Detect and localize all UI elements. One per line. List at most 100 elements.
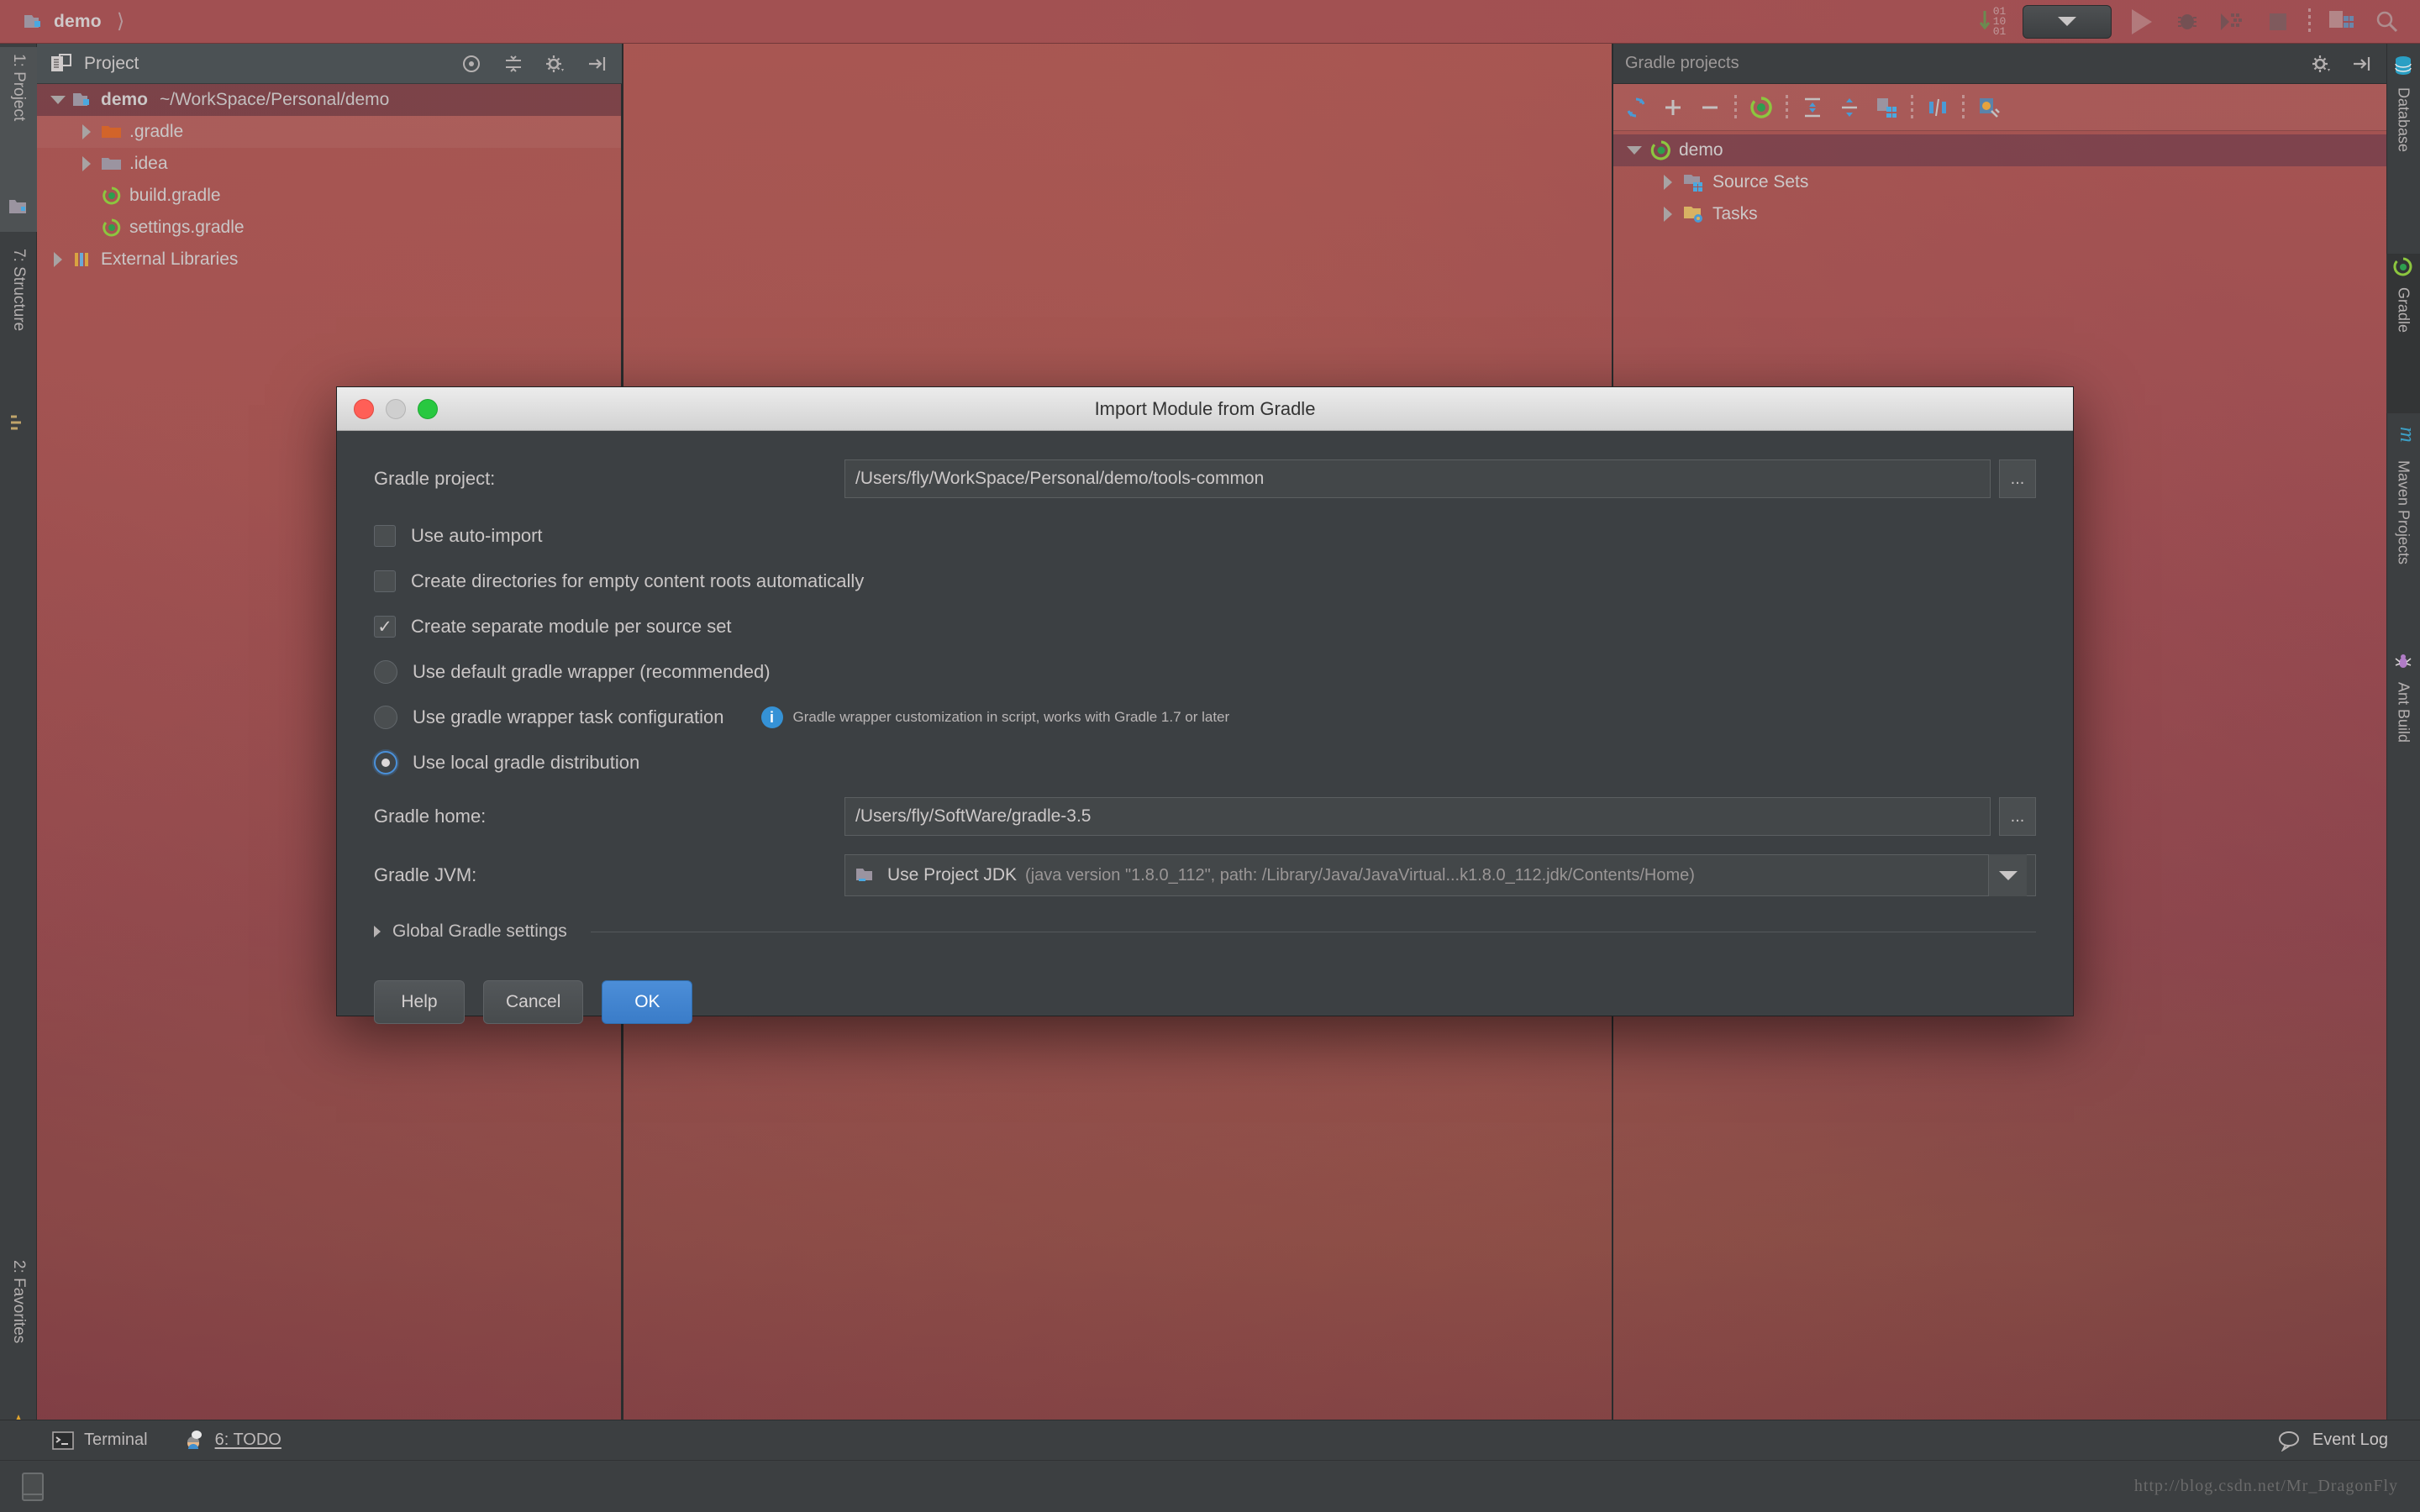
stop-icon[interactable] <box>2263 8 2293 36</box>
gear-icon[interactable] <box>2309 53 2334 75</box>
execute-task-icon[interactable] <box>1749 96 1774 118</box>
event-log-button[interactable]: Event Log <box>2277 1430 2420 1452</box>
ok-button[interactable]: OK <box>602 980 693 1024</box>
bottom-item-todo[interactable]: 6: TODO <box>182 1430 281 1452</box>
orange-folder-icon <box>99 121 124 143</box>
tree-row-idea-dir[interactable]: .idea <box>37 148 621 180</box>
hide-icon[interactable] <box>585 53 610 75</box>
local-distribution-radio[interactable] <box>374 751 397 774</box>
gradle-tree-row-source-sets[interactable]: Source Sets <box>1613 166 2386 198</box>
target-icon[interactable] <box>459 53 484 75</box>
detach-icon[interactable] <box>1697 97 1723 118</box>
sidebar-item-gradle[interactable]: Gradle <box>2386 254 2420 413</box>
tree-row-gradle-dir[interactable]: .gradle <box>37 116 621 148</box>
libraries-icon <box>71 249 96 270</box>
gradle-project-row: Gradle project: /Users/fly/WorkSpace/Per… <box>374 459 2036 498</box>
dialog-title: Import Module from Gradle <box>1094 397 1316 419</box>
default-wrapper-radio[interactable] <box>374 660 397 684</box>
tree-row-build-gradle[interactable]: build.gradle <box>37 180 621 212</box>
gradle-icon <box>2393 257 2413 277</box>
expand-arrow[interactable] <box>74 124 99 139</box>
chevron-right-icon <box>374 926 381 937</box>
toolbar-divider <box>2308 8 2311 35</box>
option-create-directories[interactable]: Create directories for empty content roo… <box>374 559 2036 604</box>
tree-row-external-libraries[interactable]: External Libraries <box>37 244 621 276</box>
wrapper-task-config-radio[interactable] <box>374 706 397 729</box>
top-toolbar-actions: 01 10 01 <box>1977 4 2420 39</box>
sidebar-item-project[interactable]: 1: Project <box>0 47 37 232</box>
global-gradle-settings-collapser[interactable]: Global Gradle settings <box>374 921 2036 942</box>
dialog-footer: Help Cancel OK <box>374 980 2036 1024</box>
gradle-tree-row-tasks[interactable]: Tasks <box>1613 198 2386 230</box>
database-icon <box>2393 55 2413 77</box>
option-local-distribution[interactable]: Use local gradle distribution <box>374 740 2036 785</box>
search-everywhere-icon[interactable] <box>2371 8 2402 36</box>
sidebar-item-ant[interactable]: Ant Build <box>2386 648 2420 808</box>
option-wrapper-task-config[interactable]: Use gradle wrapper task configuration i … <box>374 695 2036 740</box>
gradle-settings-icon[interactable] <box>1976 97 2002 118</box>
option-default-wrapper[interactable]: Use default gradle wrapper (recommended) <box>374 649 2036 695</box>
create-separate-module-checkbox[interactable] <box>374 616 396 638</box>
create-directories-label: Create directories for empty content roo… <box>411 570 865 591</box>
run-configuration-select[interactable] <box>2023 4 2112 39</box>
option-use-auto-import[interactable]: Use auto-import <box>374 513 2036 559</box>
option-separate-module[interactable]: Create separate module per source set <box>374 604 2036 649</box>
toggle-toolwindows-icon[interactable] <box>22 1472 44 1501</box>
source-sets-icon[interactable] <box>1874 97 1899 118</box>
todo-icon <box>182 1430 207 1452</box>
tree-label: demo <box>101 90 149 109</box>
sidebar-item-ant-label: Ant Build <box>2395 682 2412 743</box>
cancel-button[interactable]: Cancel <box>483 980 584 1024</box>
sidebar-item-maven[interactable]: m Maven Projects <box>2386 422 2420 640</box>
gradle-jvm-select[interactable]: Use Project JDK (java version "1.8.0_112… <box>844 854 2036 896</box>
gradle-project-input[interactable]: /Users/fly/WorkSpace/Personal/demo/tools… <box>844 459 1991 498</box>
expand-arrow[interactable] <box>1620 146 1649 155</box>
tree-row-settings-gradle[interactable]: settings.gradle <box>37 212 621 244</box>
expand-arrow[interactable] <box>45 96 71 104</box>
collapse-all-icon[interactable] <box>501 53 526 75</box>
sidebar-item-favorites[interactable]: 2: Favorites <box>0 1253 37 1438</box>
run-icon[interactable] <box>2127 8 2157 36</box>
bottom-item-terminal[interactable]: Terminal <box>50 1430 148 1452</box>
create-directories-checkbox[interactable] <box>374 570 396 592</box>
debug-icon[interactable] <box>2172 8 2202 36</box>
help-button[interactable]: Help <box>374 980 465 1024</box>
tree-row-demo[interactable]: demo ~/WorkSpace/Personal/demo <box>37 84 621 116</box>
use-auto-import-checkbox[interactable] <box>374 525 396 547</box>
chevron-down-icon[interactable] <box>1988 854 2027 896</box>
sidebar-item-database[interactable]: Database <box>2386 52 2420 245</box>
sidebar-item-maven-label: Maven Projects <box>2395 460 2412 565</box>
expand-arrow[interactable] <box>45 252 71 267</box>
event-log-label: Event Log <box>2312 1431 2388 1449</box>
status-bar: http://blog.csdn.net/Mr_DragonFly <box>0 1460 2420 1512</box>
gradle-home-label: Gradle home: <box>374 806 487 827</box>
attach-icon[interactable] <box>1660 97 1686 118</box>
bottom-item-terminal-label: Terminal <box>84 1431 148 1449</box>
wrapper-task-hint-text: Gradle wrapper customization in script, … <box>792 709 1230 725</box>
gradle-jvm-detail: (java version "1.8.0_112", path: /Librar… <box>1025 865 1695 885</box>
project-icon <box>8 198 27 215</box>
gradle-home-value: /Users/fly/SoftWare/gradle-3.5 <box>855 806 1092 826</box>
gradle-home-input[interactable]: /Users/fly/SoftWare/gradle-3.5 <box>844 797 1991 836</box>
expand-arrow[interactable] <box>1654 175 1682 190</box>
import-module-dialog: Import Module from Gradle Gradle project… <box>336 386 2074 1024</box>
gradle-pane-header: Gradle projects <box>1613 44 2386 84</box>
sidebar-item-structure[interactable]: 7: Structure <box>0 242 37 444</box>
binary-toggle-icon[interactable]: 01 10 01 <box>1977 6 2007 37</box>
gear-icon[interactable] <box>543 53 568 75</box>
expand-arrow[interactable] <box>1654 207 1682 222</box>
expand-arrow[interactable] <box>74 156 99 171</box>
breadcrumb[interactable]: demo ⟩ <box>0 9 124 34</box>
gradle-home-row: Gradle home: /Users/fly/SoftWare/gradle-… <box>374 797 2036 836</box>
collapse-all-icon[interactable] <box>1837 97 1862 118</box>
refresh-all-icon[interactable] <box>1623 97 1649 118</box>
gradle-home-browse-button[interactable]: ... <box>1999 797 2036 836</box>
hide-icon[interactable] <box>2349 53 2375 75</box>
toggle-offline-icon[interactable] <box>1925 97 1950 118</box>
gradle-project-browse-button[interactable]: ... <box>1999 459 2036 498</box>
expand-all-icon[interactable] <box>1800 97 1825 118</box>
project-structure-icon[interactable] <box>2326 8 2356 36</box>
source-sets-icon <box>1682 171 1707 193</box>
gradle-tree-row-demo[interactable]: demo <box>1613 134 2386 166</box>
coverage-icon[interactable] <box>2217 8 2248 36</box>
